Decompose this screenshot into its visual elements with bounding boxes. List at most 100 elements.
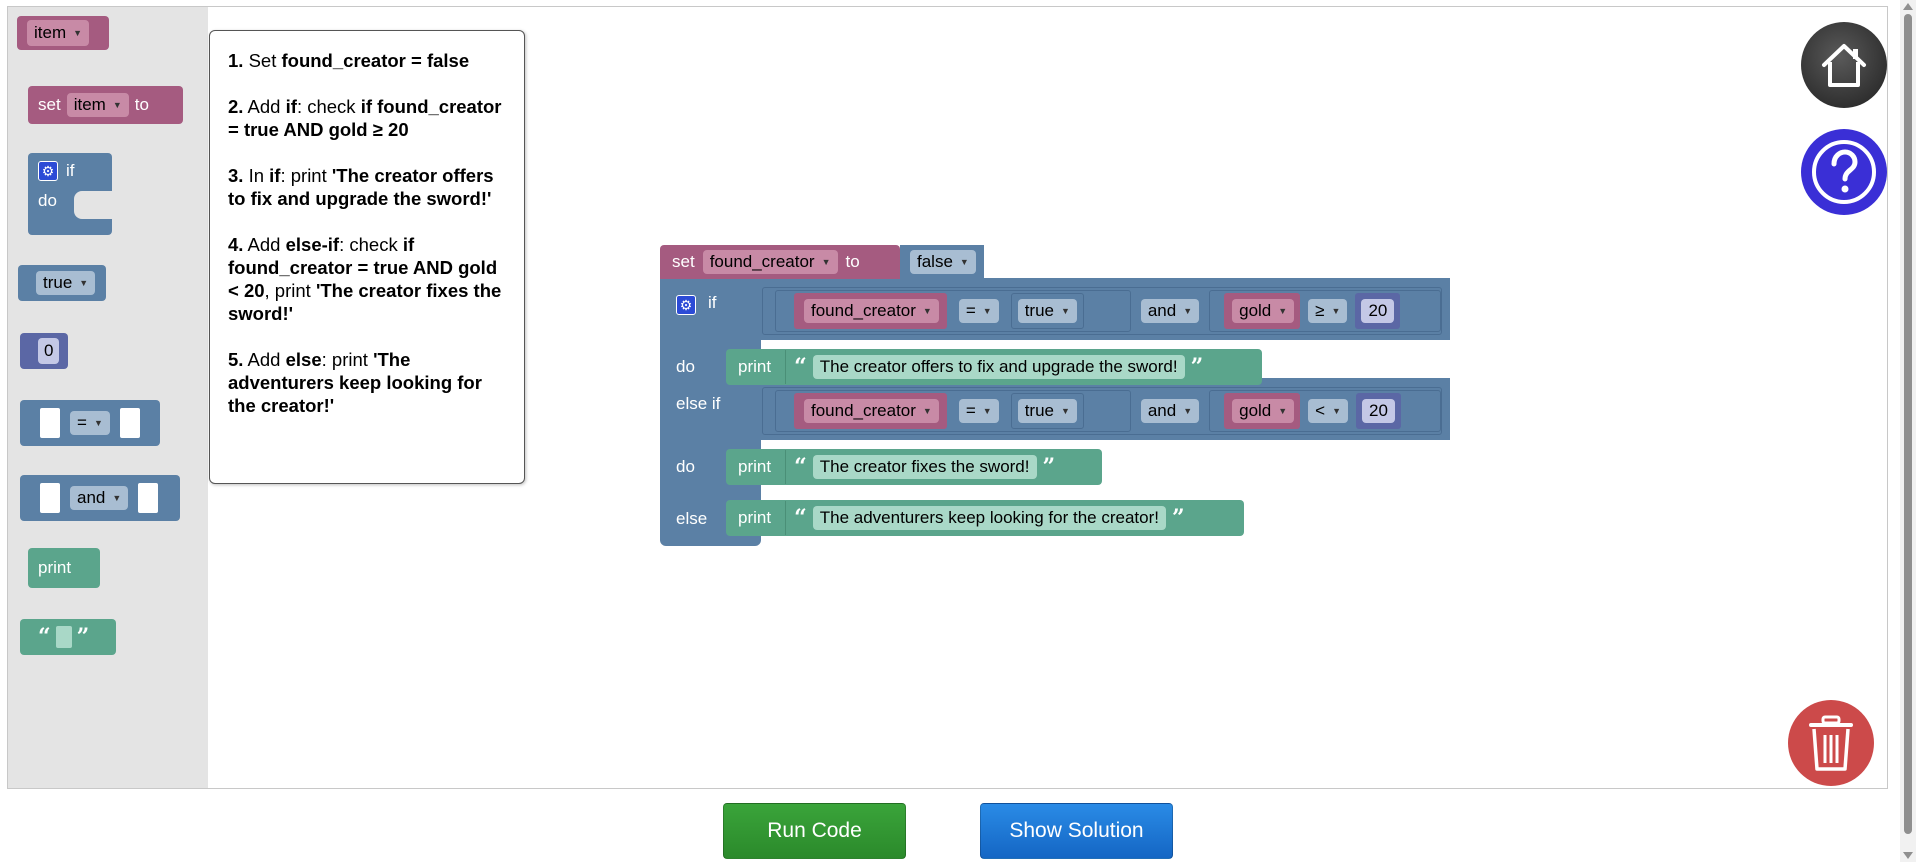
toolbox-variable-block[interactable]: item ▼ [17, 16, 109, 50]
help-button[interactable] [1801, 129, 1887, 215]
variable-dropdown[interactable]: item ▼ [66, 93, 129, 117]
close-quote-icon: ” [1042, 454, 1056, 480]
gear-icon[interactable]: ⚙ [676, 295, 696, 315]
print-label: print [738, 357, 772, 376]
input-slot[interactable] [138, 483, 159, 513]
print-block[interactable]: print “ The creator fixes the sword! ” [726, 449, 1102, 485]
text-value: The creator fixes the sword! [819, 457, 1030, 476]
toolbox-number-block[interactable]: 0 [20, 333, 68, 369]
close-quote-icon: ” [1171, 505, 1185, 531]
instruction-step-5: 5. Add else: print 'The adventurers keep… [228, 349, 482, 416]
input-slot[interactable] [40, 408, 60, 438]
text-value: The creator offers to fix and upgrade th… [819, 357, 1178, 376]
open-quote-icon: “ [38, 624, 51, 650]
logic-operator-value: and [1147, 401, 1177, 420]
operator-value: = [77, 413, 87, 432]
variable-dropdown[interactable]: found_creator ▼ [702, 250, 838, 274]
operator-value: = [965, 401, 976, 420]
text-block[interactable]: “ The creator offers to fix and upgrade … [785, 350, 1212, 384]
variable-name: found_creator [811, 301, 916, 320]
boolean-block[interactable]: true ▼ [1010, 393, 1084, 429]
number-field[interactable]: 20 [1362, 399, 1395, 423]
compare-block[interactable]: gold ▼ < ▼ 20 [1209, 390, 1441, 432]
compare-block[interactable]: gold ▼ ≥ ▼ 20 [1209, 290, 1441, 332]
logic-operator-value: and [1147, 301, 1177, 320]
print-block[interactable]: print “ The creator offers to fix and up… [726, 349, 1262, 385]
text-field[interactable] [55, 626, 72, 648]
operator-dropdown[interactable]: = ▼ [958, 299, 999, 323]
run-code-button[interactable]: Run Code [723, 803, 906, 859]
text-block[interactable]: “ The adventurers keep looking for the c… [785, 501, 1193, 535]
logic-operator-dropdown[interactable]: and ▼ [1140, 399, 1200, 423]
toolbox-boolean-block[interactable]: true ▼ [18, 265, 106, 301]
boolean-value: true [43, 273, 73, 292]
instruction-step-1: 1. Set found_creator = false [228, 50, 470, 71]
text-field[interactable]: The creator offers to fix and upgrade th… [812, 355, 1185, 379]
input-slot[interactable] [119, 408, 140, 438]
operator-dropdown[interactable]: = ▼ [958, 399, 999, 423]
operator-value: = [965, 301, 976, 320]
close-quote-icon: ” [76, 624, 90, 650]
variable-dropdown[interactable]: gold ▼ [1232, 299, 1295, 323]
text-block[interactable]: “ The creator fixes the sword! ” [785, 450, 1064, 484]
scroll-up-arrow-icon[interactable] [1903, 3, 1913, 10]
number-field[interactable]: 20 [1361, 299, 1395, 323]
variable-dropdown[interactable]: item ▼ [27, 20, 90, 46]
scrollbar-thumb[interactable] [1904, 14, 1912, 834]
blockly-workspace[interactable]: item ▼ set item ▼ to ⚙ if do true ▼ 0 = … [7, 6, 1888, 789]
set-label: set [38, 95, 61, 114]
to-label: to [845, 252, 860, 271]
boolean-dropdown[interactable]: false ▼ [910, 250, 976, 274]
toolbox-print-block[interactable]: print [28, 548, 100, 588]
number-block[interactable]: 20 [1355, 293, 1401, 329]
show-solution-button[interactable]: Show Solution [980, 803, 1173, 859]
variable-block[interactable]: found_creator ▼ [794, 293, 947, 329]
boolean-block[interactable]: true ▼ [1010, 293, 1084, 329]
print-block[interactable]: print “ The adventurers keep looking for… [726, 500, 1244, 536]
toolbox-set-block[interactable]: set item ▼ to [28, 86, 183, 124]
text-field[interactable]: The creator fixes the sword! [812, 455, 1037, 479]
operator-dropdown[interactable]: ≥ ▼ [1308, 299, 1348, 323]
instruction-step-3: 3. In if: print 'The creator offers to f… [228, 165, 494, 209]
input-slot[interactable] [40, 483, 60, 513]
open-quote-icon: “ [794, 505, 807, 531]
number-value: 0 [44, 341, 54, 360]
boolean-block[interactable]: false ▼ [900, 245, 984, 279]
variable-name: found_creator [811, 401, 916, 420]
and-block[interactable]: found_creator ▼ = ▼ true ▼ and ▼ gold ▼ ≥ ▼ [762, 287, 1442, 335]
home-button[interactable] [1801, 22, 1887, 108]
number-field[interactable]: 0 [38, 338, 60, 364]
logic-operator-dropdown[interactable]: and ▼ [1140, 299, 1200, 323]
if-label: if [708, 293, 717, 312]
variable-dropdown[interactable]: found_creator ▼ [804, 299, 939, 323]
do-label: do [38, 191, 57, 210]
vertical-scrollbar[interactable] [1900, 0, 1916, 862]
variable-dropdown[interactable]: found_creator ▼ [804, 399, 939, 423]
and-block[interactable]: found_creator ▼ = ▼ true ▼ and ▼ gold ▼ < ▼ [762, 387, 1442, 435]
variable-dropdown[interactable]: gold ▼ [1232, 399, 1295, 423]
toolbox-if-block[interactable]: ⚙ if do [28, 153, 112, 235]
boolean-dropdown[interactable]: true ▼ [1017, 299, 1077, 323]
operator-dropdown[interactable]: < ▼ [1308, 399, 1349, 423]
text-field[interactable]: The adventurers keep looking for the cre… [812, 506, 1166, 530]
boolean-dropdown[interactable]: true ▼ [1017, 399, 1077, 423]
compare-block[interactable]: found_creator ▼ = ▼ true ▼ [775, 390, 1131, 432]
gear-icon[interactable]: ⚙ [38, 161, 58, 181]
set-variable-block[interactable]: set found_creator ▼ to false ▼ [660, 245, 984, 279]
toolbox-text-block[interactable]: “ ” [20, 619, 116, 655]
toolbox-logic-block[interactable]: and ▼ [20, 475, 180, 521]
variable-name: found_creator [709, 252, 815, 271]
variable-name: item [34, 23, 67, 42]
logic-operator-dropdown[interactable]: and ▼ [70, 486, 129, 510]
toolbox-compare-block[interactable]: = ▼ [20, 400, 160, 446]
boolean-dropdown[interactable]: true ▼ [36, 271, 96, 295]
number-block[interactable]: 20 [1356, 393, 1401, 429]
operator-dropdown[interactable]: = ▼ [70, 411, 110, 435]
compare-block[interactable]: found_creator ▼ = ▼ true ▼ [775, 290, 1131, 332]
scroll-down-arrow-icon[interactable] [1903, 852, 1913, 859]
close-quote-icon: ” [1190, 354, 1204, 380]
variable-block[interactable]: gold ▼ [1224, 293, 1301, 329]
variable-block[interactable]: found_creator ▼ [794, 393, 947, 429]
trash-button[interactable] [1788, 700, 1874, 786]
variable-block[interactable]: gold ▼ [1224, 393, 1301, 429]
